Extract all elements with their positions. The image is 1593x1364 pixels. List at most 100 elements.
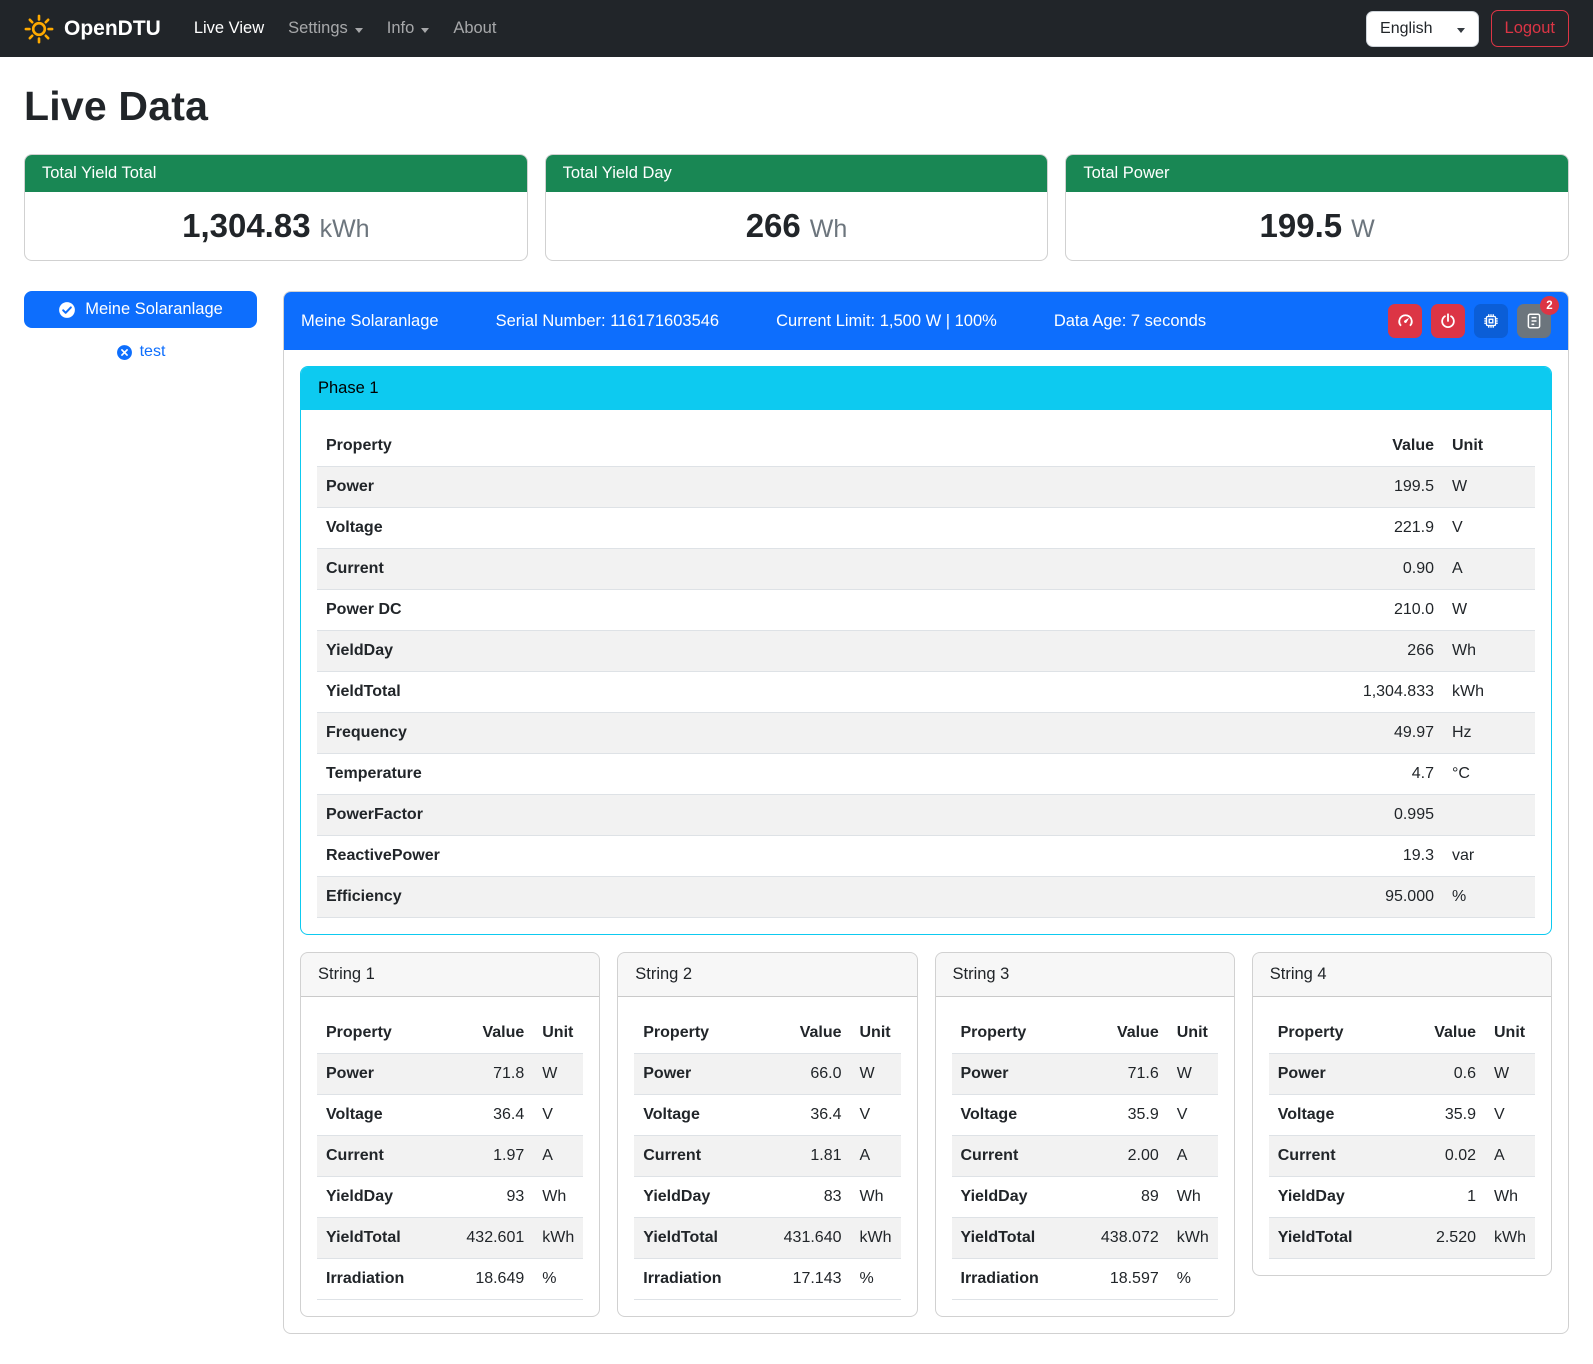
- unit-cell: Wh: [1485, 1177, 1535, 1218]
- property-cell: YieldTotal: [317, 1218, 457, 1259]
- nav-item-live-view[interactable]: Live View: [185, 11, 273, 46]
- table-row: Power0.6W: [1269, 1054, 1535, 1095]
- phase-title: Phase 1: [301, 367, 1551, 410]
- unit-cell: kWh: [1443, 672, 1535, 713]
- language-selected-value: English: [1380, 20, 1432, 38]
- property-cell: Current: [317, 1136, 457, 1177]
- value-cell: 266: [1291, 631, 1443, 672]
- unit-cell: var: [1443, 836, 1535, 877]
- string-table: PropertyValueUnitPower0.6WVoltage35.9VCu…: [1269, 1013, 1535, 1259]
- table-row: Current1.97A: [317, 1136, 583, 1177]
- table-header-row: PropertyValueUnit: [952, 1013, 1218, 1054]
- value-cell: 199.5: [1291, 467, 1443, 508]
- table-row: YieldTotal438.072kWh: [952, 1218, 1218, 1259]
- phase-body: PropertyValueUnitPower199.5WVoltage221.9…: [301, 410, 1551, 934]
- value-cell: 4.7: [1291, 754, 1443, 795]
- table-row: Current1.81A: [634, 1136, 900, 1177]
- column-header: Value: [1092, 1013, 1168, 1054]
- sun-logo-icon: [24, 14, 54, 44]
- property-cell: Temperature: [317, 754, 1291, 795]
- inverter-tab-meine-solaranlage[interactable]: Meine Solaranlage: [24, 291, 257, 328]
- nav-item-info[interactable]: Info: [378, 11, 439, 46]
- inverter-limit-button[interactable]: [1388, 304, 1422, 338]
- card-unit: Wh: [810, 215, 848, 243]
- unit-cell: W: [1443, 590, 1535, 631]
- unit-cell: V: [1443, 508, 1535, 549]
- unit-cell: kWh: [1485, 1218, 1535, 1259]
- value-cell: 438.072: [1092, 1218, 1168, 1259]
- column-header: Unit: [851, 1013, 901, 1054]
- column-header: Value: [775, 1013, 851, 1054]
- total-power-card: Total Power 199.5W: [1065, 154, 1569, 261]
- power-icon: [1439, 312, 1457, 330]
- inverter-device-info-button[interactable]: [1474, 304, 1508, 338]
- string-table: PropertyValueUnitPower71.6WVoltage35.9VC…: [952, 1013, 1218, 1300]
- value-cell: 0.90: [1291, 549, 1443, 590]
- cpu-icon: [1482, 312, 1500, 330]
- table-row: Voltage36.4V: [317, 1095, 583, 1136]
- inverter-event-log-button[interactable]: 2: [1517, 304, 1551, 338]
- column-header: Unit: [1485, 1013, 1535, 1054]
- value-cell: 89: [1092, 1177, 1168, 1218]
- nav-item-label: About: [453, 19, 496, 38]
- value-cell: 49.97: [1291, 713, 1443, 754]
- table-row: Irradiation18.597%: [952, 1259, 1218, 1300]
- card-unit: kWh: [320, 215, 370, 243]
- string-title: String 1: [301, 953, 599, 997]
- unit-cell: Wh: [1443, 631, 1535, 672]
- inverter-card: Meine Solaranlage Serial Number: 1161716…: [283, 291, 1569, 1334]
- card-body: 199.5W: [1066, 192, 1568, 260]
- value-cell: 66.0: [775, 1054, 851, 1095]
- table-row: Frequency49.97Hz: [317, 713, 1535, 754]
- table-row: Voltage35.9V: [1269, 1095, 1535, 1136]
- table-row: YieldDay93Wh: [317, 1177, 583, 1218]
- navbar: OpenDTU Live View Settings Info About En…: [0, 0, 1593, 57]
- property-cell: Power: [1269, 1054, 1411, 1095]
- inverter-tab-test[interactable]: test: [140, 343, 166, 361]
- table-row: Power71.6W: [952, 1054, 1218, 1095]
- summary-cards-row: Total Yield Total 1,304.83kWh Total Yiel…: [24, 154, 1569, 261]
- property-cell: ReactivePower: [317, 836, 1291, 877]
- property-cell: Voltage: [317, 508, 1291, 549]
- column-header: Property: [1269, 1013, 1411, 1054]
- unit-cell: A: [1443, 549, 1535, 590]
- table-row: Power DC210.0W: [317, 590, 1535, 631]
- inverter-tab-test-row: test: [24, 343, 257, 361]
- table-row: YieldDay89Wh: [952, 1177, 1218, 1218]
- language-select[interactable]: English: [1366, 11, 1478, 47]
- property-cell: YieldTotal: [952, 1218, 1092, 1259]
- unit-cell: Wh: [1168, 1177, 1218, 1218]
- column-header: Unit: [1168, 1013, 1218, 1054]
- value-cell: 2.00: [1092, 1136, 1168, 1177]
- table-row: Power71.8W: [317, 1054, 583, 1095]
- value-cell: 35.9: [1092, 1095, 1168, 1136]
- string-title: String 3: [936, 953, 1234, 997]
- value-cell: 1.97: [457, 1136, 533, 1177]
- brand-link[interactable]: OpenDTU: [24, 14, 161, 44]
- unit-cell: A: [851, 1136, 901, 1177]
- card-body: 1,304.83kWh: [25, 192, 527, 260]
- unit-cell: W: [1168, 1054, 1218, 1095]
- nav-item-label: Live View: [194, 19, 264, 38]
- content-row: Meine Solaranlage test Meine Solaranlage…: [24, 291, 1569, 1334]
- unit-cell: [1443, 795, 1535, 836]
- strings-row: String 1 PropertyValueUnitPower71.8WVolt…: [300, 952, 1552, 1317]
- value-cell: 221.9: [1291, 508, 1443, 549]
- unit-cell: %: [1168, 1259, 1218, 1300]
- column-header: Property: [634, 1013, 774, 1054]
- card-title: Total Power: [1066, 155, 1568, 192]
- unit-cell: V: [1168, 1095, 1218, 1136]
- property-cell: Voltage: [634, 1095, 774, 1136]
- nav-item-about[interactable]: About: [444, 11, 505, 46]
- string-body: PropertyValueUnitPower71.8WVoltage36.4VC…: [301, 997, 599, 1316]
- property-cell: YieldDay: [317, 1177, 457, 1218]
- value-cell: 0.995: [1291, 795, 1443, 836]
- inverter-tab-label: Meine Solaranlage: [85, 300, 223, 319]
- table-row: Power66.0W: [634, 1054, 900, 1095]
- inverter-header-texts: Meine Solaranlage Serial Number: 1161716…: [301, 312, 1206, 331]
- nav-item-settings[interactable]: Settings: [279, 11, 372, 46]
- chevron-down-icon: [1457, 28, 1465, 33]
- table-row: Temperature4.7°C: [317, 754, 1535, 795]
- logout-button[interactable]: Logout: [1491, 10, 1569, 47]
- inverter-power-button[interactable]: [1431, 304, 1465, 338]
